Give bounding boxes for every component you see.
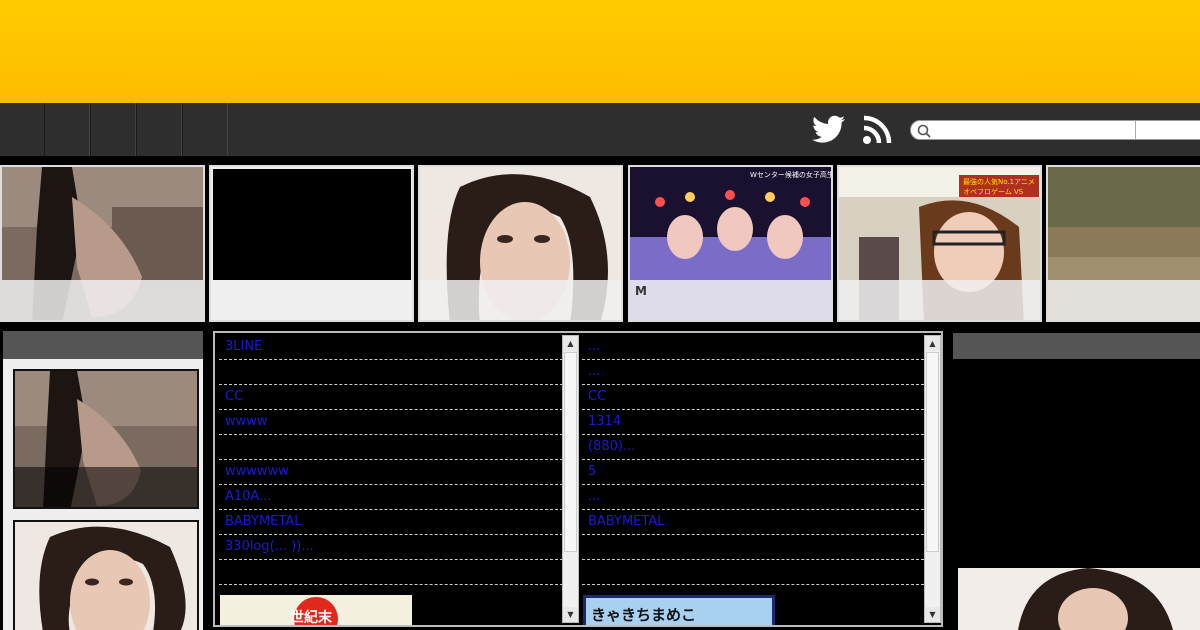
feed-row[interactable] (219, 435, 563, 460)
overlay-text: Wセンター候補の女子高生・オ (750, 170, 833, 179)
carousel-item[interactable] (1046, 165, 1200, 322)
carousel: Wセンター候補の女子高生・オ M 最強の人気No.1アニメ オペフロゲーム VS (0, 165, 1200, 323)
nav-tab-4[interactable] (182, 103, 228, 156)
scroll-thumb[interactable] (564, 352, 577, 552)
right-sidebar (953, 331, 1200, 630)
thumb-caption (2, 280, 203, 320)
feed-row[interactable]: CC (582, 385, 924, 410)
feed-row[interactable]: ... (582, 360, 924, 385)
carousel-item[interactable] (0, 165, 205, 322)
scroll-up-button[interactable]: ▲ (563, 336, 578, 351)
sidebar-thumb[interactable] (13, 369, 199, 509)
sidebar-header (3, 331, 203, 359)
thumb-caption (420, 280, 621, 320)
feed-row[interactable]: 3LINE (219, 335, 563, 360)
right-image-art (958, 568, 1200, 630)
feed-row[interactable]: 330log(... ))... (219, 535, 563, 560)
twitter-icon[interactable] (812, 115, 846, 145)
banner-left-art: 世紀末 (220, 595, 412, 625)
feed-row[interactable] (219, 560, 563, 585)
feed-row[interactable]: 1314 (582, 410, 924, 435)
carousel-item[interactable] (418, 165, 623, 322)
feed-row[interactable]: 5 (582, 460, 924, 485)
feed-row[interactable] (582, 560, 924, 585)
banner-image-right[interactable]: きゃきちまめこ (583, 595, 775, 625)
banner-right-text: きゃきちまめこ (591, 606, 696, 624)
thumb-caption (1048, 280, 1200, 320)
search-divider (1135, 121, 1136, 139)
right-sidebar-image[interactable] (958, 568, 1200, 630)
thumb-caption (839, 280, 1040, 320)
search-box (910, 120, 1200, 140)
feed-row[interactable] (582, 535, 924, 560)
feed-row[interactable]: BABYMETAL (219, 510, 563, 535)
header-banner (0, 0, 1200, 103)
feed-column-right: ...... CC 1314 (880)... 5... BABYMETAL (582, 335, 924, 625)
feed-panel: 3LINE CC wwww wwwwww A10A... BABYMETAL 330log(… (213, 331, 943, 627)
left-sidebar (3, 331, 203, 630)
feed-row[interactable]: BABYMETAL (582, 510, 924, 535)
scroll-thumb[interactable] (926, 352, 939, 552)
feed-row[interactable]: ... (582, 335, 924, 360)
scroll-up-button[interactable]: ▲ (925, 336, 940, 351)
nav-tab-3[interactable] (136, 103, 182, 156)
thumb-caption (211, 280, 412, 320)
feed-row[interactable]: ... (582, 485, 924, 510)
search-icon[interactable] (917, 124, 931, 138)
thumb-caption: M (630, 280, 831, 320)
sidebar-thumb-image (15, 522, 197, 630)
thumb-shade (15, 467, 197, 507)
rss-icon[interactable] (862, 115, 892, 145)
scroll-down-button[interactable]: ▼ (563, 607, 578, 622)
nav-tab-2[interactable] (90, 103, 136, 156)
feed-column-left: 3LINE CC wwww wwwwww A10A... BABYMETAL 330log(… (219, 335, 563, 625)
feed-row[interactable]: CC (219, 385, 563, 410)
search-input[interactable] (935, 122, 1135, 138)
nav-tab-1[interactable] (44, 103, 90, 156)
carousel-item[interactable]: 最強の人気No.1アニメ オペフロゲーム VS (837, 165, 1042, 322)
banner-left-text: 世紀末 (290, 609, 333, 625)
feed-row[interactable] (219, 360, 563, 385)
feed-row[interactable]: wwww (219, 410, 563, 435)
sidebar-thumb[interactable] (13, 520, 199, 630)
right-sidebar-header (953, 333, 1200, 359)
feed-row[interactable]: wwwwww (219, 460, 563, 485)
feed-row[interactable]: (880)... (582, 435, 924, 460)
banner-right-art: きゃきちまめこ (583, 595, 775, 625)
carousel-item[interactable] (209, 165, 414, 322)
scrollbar-left[interactable]: ▲ ▼ (562, 335, 579, 623)
overlay-text: オペフロゲーム VS (963, 187, 1024, 196)
carousel-item[interactable]: Wセンター候補の女子高生・オ M (628, 165, 833, 322)
overlay-text: 最強の人気No.1アニメ (963, 177, 1035, 186)
banner-image-left[interactable]: 世紀末 (220, 595, 412, 625)
scroll-down-button[interactable]: ▼ (925, 607, 940, 622)
feed-row[interactable]: A10A... (219, 485, 563, 510)
scrollbar-right[interactable]: ▲ ▼ (924, 335, 941, 623)
